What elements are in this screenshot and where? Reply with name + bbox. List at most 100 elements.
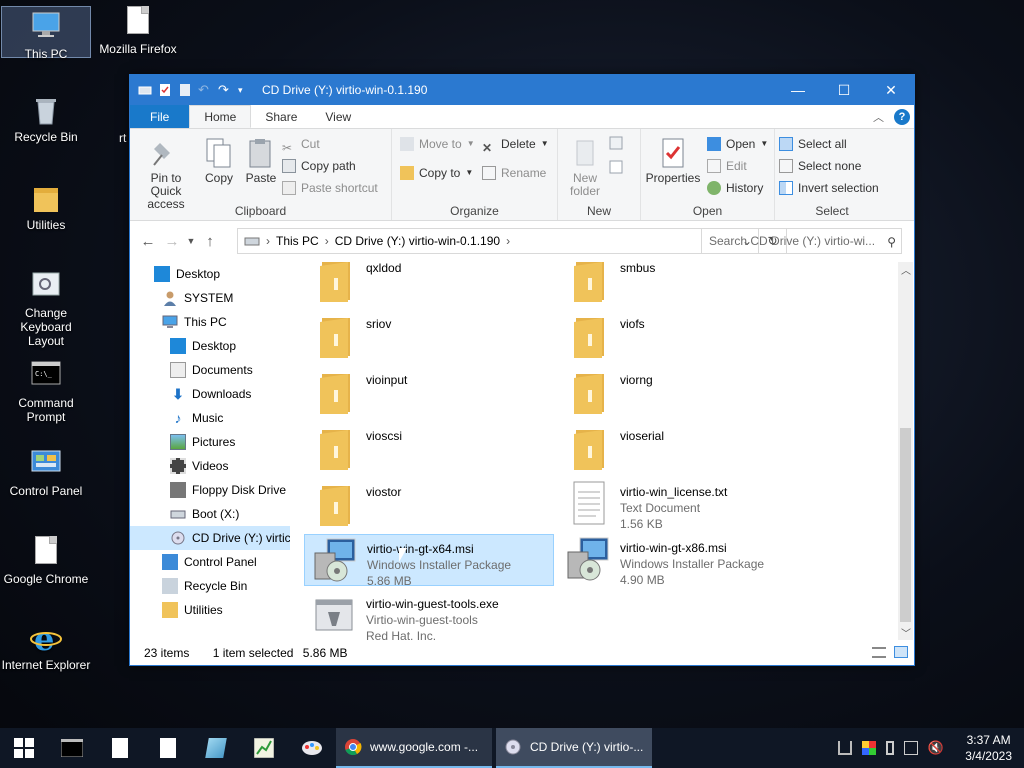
network-icon[interactable] <box>837 741 852 755</box>
breadcrumb-this-pc[interactable]: This PC <box>276 234 319 248</box>
taskbar-app-glass[interactable] <box>192 728 240 768</box>
keyboard-icon[interactable] <box>903 741 918 755</box>
scroll-down-icon[interactable]: ﹀ <box>901 625 911 640</box>
tab-home[interactable]: Home <box>189 105 252 128</box>
nav-item-music[interactable]: ♪ Music <box>130 406 290 430</box>
copy-button[interactable]: Copy <box>198 133 240 185</box>
start-button[interactable] <box>0 728 48 768</box>
new-folder-button[interactable]: New folder <box>562 133 608 198</box>
select-all-button[interactable]: Select all <box>779 133 879 155</box>
taskbar-app-chart[interactable] <box>240 728 288 768</box>
taskbar-chrome-window[interactable]: www.google.com -... <box>336 728 492 768</box>
nav-item-desktop-root[interactable]: Desktop <box>130 262 290 286</box>
desktop-icon-utilities[interactable]: Utilities <box>1 182 91 232</box>
tab-file[interactable]: File <box>130 105 190 128</box>
desktop-icon-change-keyboard-layout[interactable]: Change Keyboard Layout <box>1 270 91 348</box>
nav-item-videos[interactable]: Videos <box>130 454 290 478</box>
scroll-up-icon[interactable]: ︿ <box>901 262 911 277</box>
nav-item-cd-drive[interactable]: CD Drive (Y:) virtic <box>130 526 290 550</box>
search-input[interactable]: Search CD Drive (Y:) virtio-wi... <box>701 228 902 254</box>
move-to-button[interactable]: Move to ▼ <box>400 133 475 155</box>
edit-button[interactable]: Edit <box>707 155 768 177</box>
chevron-down-icon[interactable]: ▾ <box>238 83 252 97</box>
file-item[interactable]: virtio-win-gt-x86.msi Windows Installer P… <box>558 534 808 587</box>
desktop-icon-recycle-bin[interactable]: Recycle Bin <box>1 94 91 144</box>
rename-button[interactable]: Rename <box>482 162 549 184</box>
close-button[interactable]: ✕ <box>868 75 914 105</box>
back-arrow-icon[interactable]: ← <box>136 233 160 250</box>
breadcrumb-cd-drive[interactable]: CD Drive (Y:) virtio-win-0.1.190 <box>335 234 500 248</box>
nav-item-control-panel[interactable]: Control Panel <box>130 550 290 574</box>
taskbar-file-1[interactable] <box>96 728 144 768</box>
chevron-up-icon[interactable]: ︿ <box>873 109 884 125</box>
desktop-icon-internet-explorer[interactable]: e Internet Explorer <box>1 620 91 672</box>
desktop-icon-command-prompt[interactable]: C:\_ Command Prompt <box>1 360 91 424</box>
tab-share[interactable]: Share <box>251 105 311 128</box>
properties-button[interactable]: Properties <box>645 133 701 185</box>
copy-to-button[interactable]: Copy to ▼ <box>400 162 475 184</box>
select-none-button[interactable]: Select none <box>779 155 879 177</box>
file-item[interactable]: virtio-win_license.txt Text Document 1.56 … <box>558 478 808 531</box>
file-item[interactable]: viostor <box>304 478 554 530</box>
taskbar-file-2[interactable] <box>144 728 192 768</box>
taskbar-app-paint[interactable] <box>288 728 336 768</box>
taskbar-explorer-window[interactable]: CD Drive (Y:) virtio-... <box>496 728 652 768</box>
up-arrow-icon[interactable]: ↑ <box>198 233 222 250</box>
maximize-button[interactable]: ☐ <box>821 75 867 105</box>
clock[interactable]: 3:37 AM 3/4/2023 <box>965 732 1012 764</box>
nav-item-desktop[interactable]: Desktop <box>130 334 290 358</box>
file-item[interactable]: vioscsi <box>304 422 554 474</box>
new-folder-icon[interactable] <box>178 83 192 97</box>
taskbar-command-prompt[interactable] <box>48 728 96 768</box>
nav-item-system[interactable]: SYSTEM <box>130 286 290 310</box>
paste-shortcut-button[interactable]: Paste shortcut <box>282 177 378 199</box>
file-item[interactable]: qxldod <box>304 262 554 306</box>
delete-button[interactable]: ✕ Delete ▼ <box>482 133 549 155</box>
undo-icon[interactable]: ↶ <box>198 83 212 97</box>
file-item[interactable]: sriov <box>304 310 554 362</box>
easy-access-icon[interactable] <box>608 159 628 178</box>
tab-view[interactable]: View <box>311 105 365 128</box>
open-button[interactable]: Open ▼ <box>707 133 768 155</box>
file-item[interactable]: smbus <box>558 262 808 306</box>
file-item[interactable]: virtio-win-gt-x64.msi Windows Installer P… <box>304 534 554 588</box>
file-item[interactable]: viofs <box>558 310 808 362</box>
file-item[interactable]: vioinput <box>304 366 554 418</box>
nav-item-this-pc[interactable]: This PC <box>130 310 290 334</box>
desktop-icon-this-pc[interactable]: This PC <box>1 6 91 61</box>
copy-path-button[interactable]: Copy path <box>282 155 378 177</box>
color-grid-icon[interactable] <box>861 741 876 755</box>
scrollbar-thumb[interactable] <box>900 428 911 622</box>
speaker-muted-icon[interactable]: 🔇 <box>928 740 944 756</box>
desktop-icon-firefox[interactable]: Mozilla Firefox <box>93 6 183 56</box>
properties-icon[interactable] <box>158 83 172 97</box>
nav-item-recycle-bin[interactable]: Recycle Bin <box>130 574 290 598</box>
paste-button[interactable]: Paste <box>240 133 282 185</box>
nav-item-floppy[interactable]: Floppy Disk Drive <box>130 478 290 502</box>
minimize-button[interactable]: — <box>775 75 821 105</box>
invert-selection-button[interactable]: Invert selection <box>779 177 879 199</box>
file-item[interactable]: virtio-win-guest-tools.exe Virtio-win-gue… <box>304 590 554 640</box>
recent-locations-icon[interactable]: ▼ <box>184 236 198 246</box>
nav-item-pictures[interactable]: Pictures <box>130 430 290 454</box>
history-button[interactable]: History <box>707 177 768 199</box>
desktop-icon-google-chrome[interactable]: Google Chrome <box>1 536 91 586</box>
large-icons-view-icon[interactable] <box>894 646 908 658</box>
nav-item-boot[interactable]: Boot (X:) <box>130 502 290 526</box>
desktop-icon-control-panel[interactable]: Control Panel <box>1 448 91 498</box>
cut-button[interactable]: ✂ Cut <box>282 133 378 155</box>
file-item[interactable]: viorng <box>558 366 808 418</box>
pin-to-quick-access-button[interactable]: Pin to Quick access <box>134 133 198 211</box>
new-item-icon[interactable] <box>608 135 628 154</box>
help-icon[interactable]: ? <box>894 109 910 125</box>
file-item[interactable]: vioserial <box>558 422 808 474</box>
vertical-scrollbar[interactable]: ︿ ﹀ <box>898 262 913 640</box>
nav-item-utilities[interactable]: Utilities <box>130 598 290 622</box>
usb-icon[interactable] <box>885 741 894 755</box>
forward-arrow-icon[interactable]: → <box>160 233 184 250</box>
title-bar[interactable]: ↶ ↷ ▾ CD Drive (Y:) virtio-win-0.1.190 —… <box>130 75 914 105</box>
redo-icon[interactable]: ↷ <box>218 83 232 97</box>
details-view-icon[interactable] <box>872 647 886 658</box>
nav-item-downloads[interactable]: ⬇ Downloads <box>130 382 290 406</box>
nav-item-documents[interactable]: Documents <box>130 358 290 382</box>
